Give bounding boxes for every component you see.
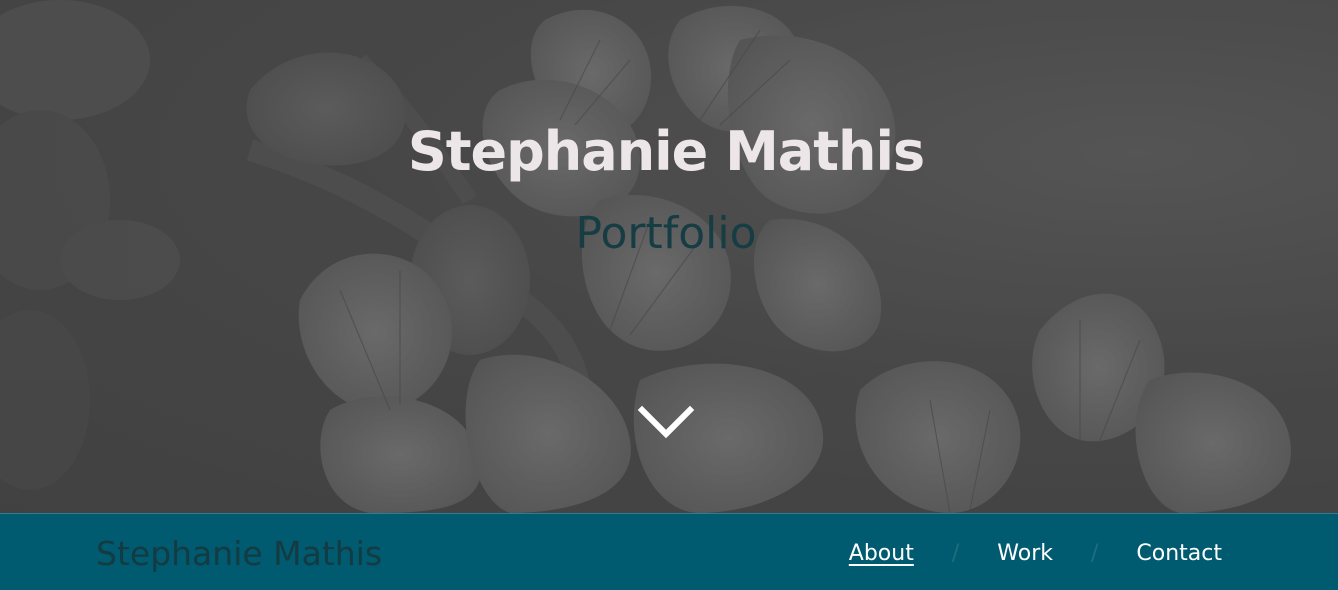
hero-section: Stephanie Mathis Portfolio — [0, 0, 1338, 513]
hero-title: Stephanie Mathis — [407, 120, 925, 183]
nav-link-work[interactable]: Work — [997, 541, 1053, 566]
scroll-down-button[interactable] — [636, 402, 696, 446]
brand-logo-link[interactable]: Stephanie Mathis — [96, 534, 382, 573]
page: Stephanie Mathis Portfolio Stephanie Mat… — [0, 0, 1338, 590]
nav-separator: / — [951, 541, 960, 566]
nav-links: About / Work / Contact — [849, 541, 1222, 566]
nav-link-contact[interactable]: Contact — [1136, 541, 1222, 566]
nav-link-about[interactable]: About — [849, 541, 914, 566]
hero-subtitle: Portfolio — [575, 208, 757, 259]
nav-separator: / — [1090, 541, 1099, 566]
navbar: Stephanie Mathis About / Work / Contact — [0, 513, 1338, 590]
chevron-down-icon — [637, 405, 695, 439]
